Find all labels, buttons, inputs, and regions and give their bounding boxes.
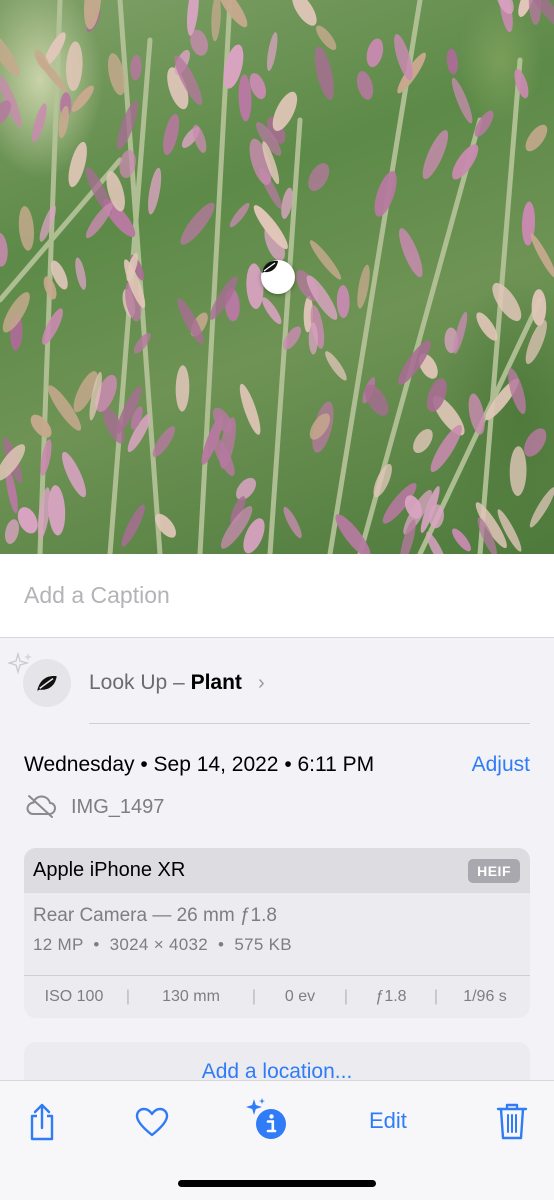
- info-sparkle-icon: [246, 1098, 286, 1139]
- lookup-leaf-button[interactable]: [23, 659, 71, 707]
- separator: |: [343, 988, 349, 1005]
- lens-info: Rear Camera — 26 mm ƒ1.8: [33, 905, 277, 926]
- lookup-label[interactable]: Look Up – Plant: [89, 671, 242, 695]
- photo-view[interactable]: [0, 0, 554, 554]
- lookup-prefix: Look Up –: [89, 671, 191, 694]
- edit-button[interactable]: Edit: [369, 1108, 407, 1134]
- aperture-value: ƒ1.8: [375, 988, 407, 1005]
- format-badge: HEIF: [468, 858, 520, 883]
- camera-info-card: Apple iPhone XR HEIF Rear Camera — 26 mm…: [24, 848, 530, 1018]
- separator: |: [433, 988, 439, 1005]
- lookup-row[interactable]: [0, 640, 554, 724]
- divider: [89, 723, 530, 724]
- adjust-button[interactable]: Adjust: [472, 753, 530, 777]
- leaf-icon: [37, 675, 57, 691]
- caption-input[interactable]: [24, 582, 530, 609]
- exif-row: ISO 100 | 130 mm | 0 ev | ƒ1.8 | 1/96 s: [24, 976, 530, 1018]
- favorite-button[interactable]: [133, 1104, 171, 1140]
- shutter-value: 1/96 s: [463, 988, 507, 1005]
- delete-button[interactable]: [494, 1100, 530, 1142]
- camera-card-header: Apple iPhone XR HEIF: [24, 848, 530, 893]
- trash-icon: [496, 1103, 528, 1140]
- separator: |: [251, 988, 257, 1005]
- chevron-right-icon: ›: [258, 672, 265, 694]
- image-specs: 12 MP • 3024 × 4032 • 575 KB: [33, 935, 292, 954]
- separator: |: [125, 988, 131, 1005]
- cloud-slash-icon: [26, 795, 57, 818]
- exposure-value: 0 ev: [284, 988, 316, 1005]
- caption-area: [0, 554, 554, 638]
- leaf-icon: [262, 260, 278, 273]
- share-icon: [30, 1103, 54, 1141]
- focal-length-value: 130 mm: [162, 988, 220, 1005]
- home-indicator: [178, 1180, 376, 1187]
- info-button[interactable]: [244, 1097, 290, 1143]
- filename-label: IMG_1497: [71, 796, 165, 818]
- date-time-label: Wednesday • Sep 14, 2022 • 6:11 PM: [24, 753, 375, 776]
- iso-value: ISO 100: [44, 988, 104, 1005]
- lookup-subject: Plant: [190, 671, 242, 694]
- share-button[interactable]: [22, 1100, 62, 1144]
- device-name: Apple iPhone XR: [33, 859, 186, 881]
- heart-icon: [135, 1107, 169, 1137]
- visual-lookup-badge[interactable]: [261, 260, 295, 294]
